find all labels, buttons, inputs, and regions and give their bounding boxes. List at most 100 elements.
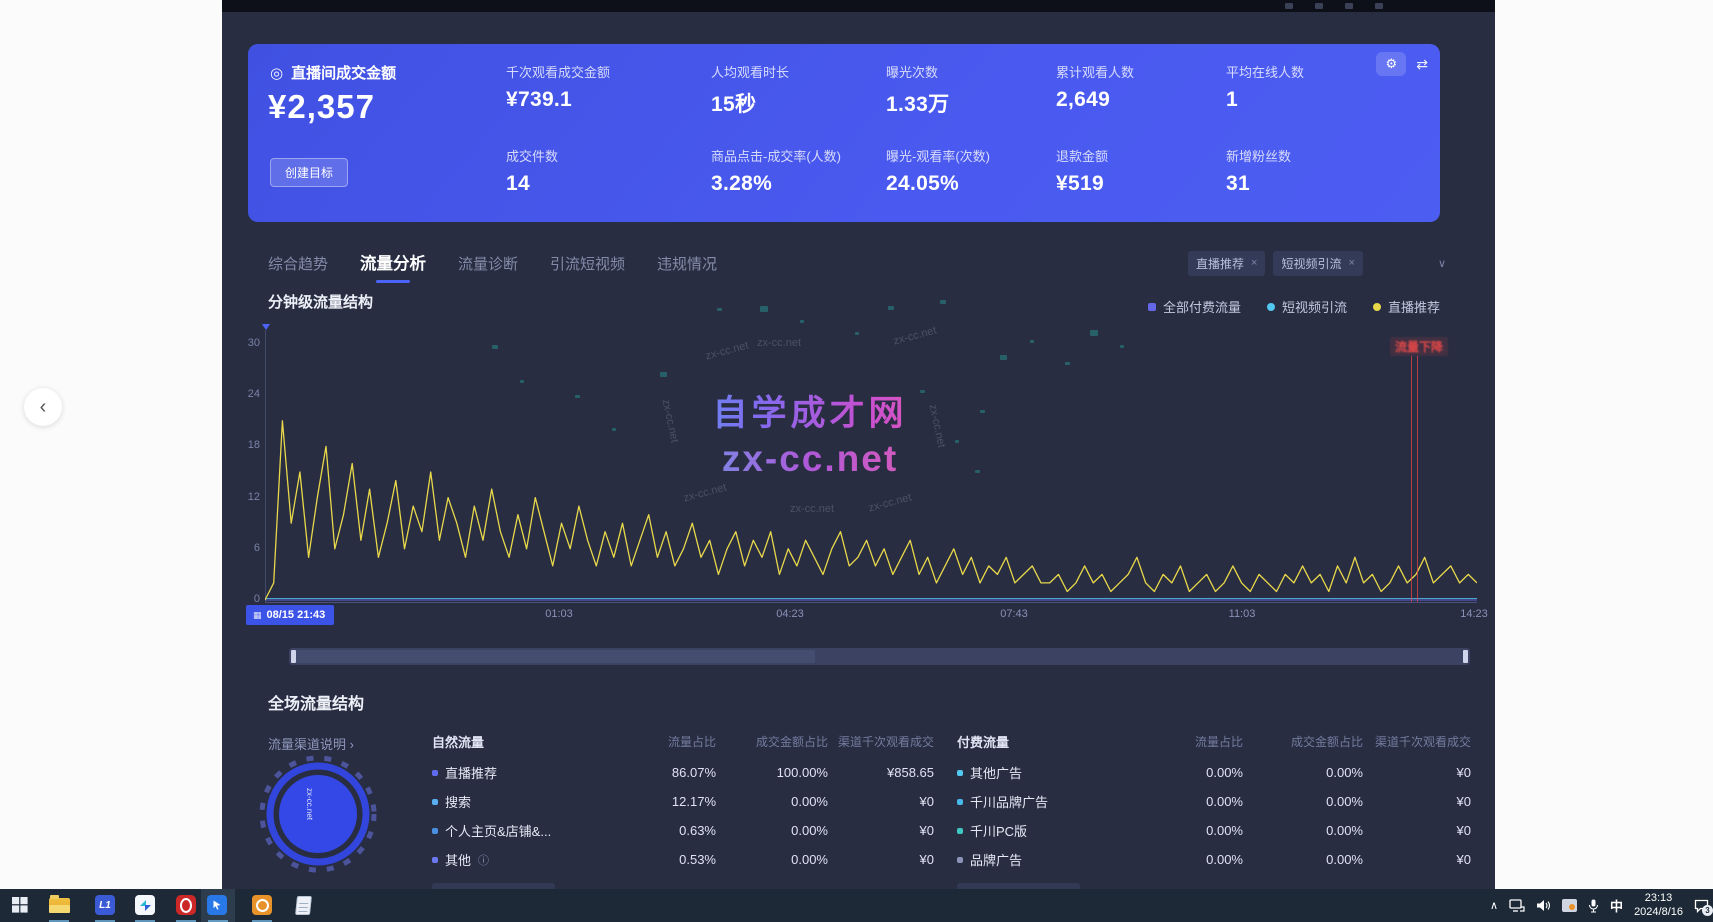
legend-label: 全部付费流量	[1163, 297, 1241, 316]
metric-value: 3.28%	[711, 172, 886, 196]
traffic-donut-chart[interactable]	[256, 750, 380, 874]
clock-time: 23:13	[1634, 892, 1683, 906]
tab-引流短视频[interactable]: 引流短视频	[550, 253, 625, 274]
chart-range-slider[interactable]	[289, 648, 1470, 665]
column-header: 渠道千次观看成交	[1363, 733, 1471, 750]
gmv-share-value: 0.00%	[1243, 852, 1363, 867]
traffic-share-value: 12.17%	[612, 794, 716, 809]
tab-违规情况[interactable]: 违规情况	[657, 253, 717, 274]
metric-label: 曝光-观看率(次数)	[886, 146, 1056, 165]
x-axis	[265, 602, 1477, 603]
create-goal-button[interactable]: 创建目标	[270, 158, 348, 187]
table-title: 自然流量	[432, 732, 612, 751]
metric-value: 2,649	[1056, 88, 1226, 112]
tab-综合趋势[interactable]: 综合趋势	[268, 253, 328, 274]
metric-label: 曝光次数	[886, 62, 1056, 81]
row-label-text: 其他	[445, 850, 471, 869]
hero-metric: 累计观看人数2,649	[1056, 62, 1226, 118]
swap-metrics-icon[interactable]: ⇄	[1416, 56, 1428, 73]
titlebar-icon[interactable]	[1375, 3, 1383, 9]
row-label: 其他广告	[957, 763, 1137, 782]
x-tick-label: 01:03	[545, 608, 573, 620]
microphone-icon[interactable]	[1588, 899, 1599, 913]
tab-流量分析[interactable]: 流量分析	[360, 250, 426, 274]
row-label: 千川品牌广告	[957, 792, 1137, 811]
filter-tag[interactable]: 短视频引流×	[1273, 251, 1362, 276]
traffic-filter-select[interactable]: 直播推荐× 短视频引流× ∨	[1188, 248, 1446, 278]
row-label-text: 品牌广告	[970, 850, 1022, 869]
start-timestamp: 08/15 21:43	[267, 609, 326, 621]
metric-label: 成交件数	[506, 146, 711, 165]
ime-indicator[interactable]: 中	[1610, 896, 1623, 915]
hero-metrics: 千次观看成交金额¥739.1人均观看时长15秒曝光次数1.33万累计观看人数2,…	[506, 62, 1376, 196]
app-cursor-button[interactable]	[206, 894, 228, 916]
remove-tag-icon[interactable]: ×	[1348, 257, 1354, 269]
volume-icon[interactable]	[1536, 899, 1551, 912]
taskbar-clock[interactable]: 23:13 2024/8/16	[1634, 892, 1683, 920]
app-teal-button[interactable]	[134, 894, 156, 916]
legend-item[interactable]: 直播推荐	[1373, 297, 1440, 316]
table-row: 其他ⓘ0.53%0.00%¥0	[432, 850, 936, 869]
notification-badge: 3	[1702, 905, 1713, 916]
x-tick-label: 07:43	[1000, 608, 1028, 620]
column-header: 成交金额占比	[716, 733, 828, 750]
legend-item[interactable]: 全部付费流量	[1148, 297, 1241, 316]
remove-tag-icon[interactable]: ×	[1251, 257, 1257, 269]
tab-流量诊断[interactable]: 流量诊断	[458, 253, 518, 274]
traffic-share-value: 86.07%	[612, 765, 716, 780]
column-header: 流量占比	[612, 733, 716, 750]
metric-label: 人均观看时长	[711, 62, 886, 81]
gmv-share-value: 0.00%	[1243, 765, 1363, 780]
per-thousand-value: ¥0	[1363, 794, 1471, 809]
titlebar-icon[interactable]	[1315, 3, 1323, 9]
info-icon: ⓘ	[478, 852, 489, 868]
legend-label: 短视频引流	[1282, 297, 1347, 316]
row-label: 直播推荐	[432, 763, 612, 782]
x-tick-label: 14:23	[1460, 608, 1488, 620]
screen: ‹ ◎ 直播间成交金额 ¥2,357 创建目标 ⚙ ⇄ 千次观看成交金额¥739…	[0, 0, 1713, 922]
app-orange-button[interactable]	[251, 894, 273, 916]
column-header: 流量占比	[1137, 733, 1243, 750]
filter-tags: 直播推荐× 短视频引流×	[1188, 251, 1363, 276]
titlebar-icon[interactable]	[1345, 3, 1353, 9]
chevron-down-icon[interactable]: ∨	[1438, 257, 1446, 270]
slider-right-handle[interactable]	[1463, 650, 1468, 663]
opera-browser-button[interactable]	[175, 894, 197, 916]
notification-center-button[interactable]: 3	[1694, 899, 1709, 913]
file-explorer-button[interactable]	[48, 894, 70, 916]
previous-page-button[interactable]: ‹	[24, 388, 62, 426]
row-label: 个人主页&店铺&...	[432, 821, 612, 840]
slider-left-handle[interactable]	[291, 650, 296, 663]
analytics-dashboard-window: ◎ 直播间成交金额 ¥2,357 创建目标 ⚙ ⇄ 千次观看成交金额¥739.1…	[222, 0, 1495, 889]
y-tick-label: 12	[230, 491, 260, 503]
gear-icon: ⚙	[1385, 56, 1397, 72]
metric-label: 平均在线人数	[1226, 62, 1376, 81]
settings-button[interactable]: ⚙	[1376, 52, 1406, 76]
notepad-button[interactable]	[292, 894, 314, 916]
table-header-row: 自然流量流量占比成交金额占比渠道千次观看成交	[432, 732, 936, 751]
table-title: 付费流量	[957, 732, 1137, 751]
hero-metric: 退款金额¥519	[1056, 146, 1226, 196]
tray-expand-chevron[interactable]: ∧	[1490, 899, 1498, 912]
per-thousand-value: ¥0	[828, 794, 934, 809]
live-recommend-line	[265, 421, 1477, 600]
titlebar-icon[interactable]	[1285, 3, 1293, 9]
video-artifact	[800, 320, 804, 323]
clock-date: 2024/8/16	[1634, 906, 1683, 920]
start-button[interactable]	[9, 894, 31, 916]
network-icon[interactable]	[1509, 899, 1525, 912]
filter-tag[interactable]: 直播推荐×	[1188, 251, 1265, 276]
column-header: 成交金额占比	[1243, 733, 1363, 750]
app-l1-button[interactable]: L1	[94, 894, 116, 916]
snip-preview-icon[interactable]	[1562, 899, 1577, 912]
back-chevron-icon: ‹	[40, 396, 47, 419]
hero-metric: 千次观看成交金额¥739.1	[506, 62, 711, 118]
table-header-row: 付费流量流量占比成交金额占比渠道千次观看成交	[957, 732, 1473, 751]
legend-swatch-icon	[1148, 303, 1156, 311]
metric-label: 商品点击-成交率(人数)	[711, 146, 886, 165]
minute-traffic-chart[interactable]	[265, 332, 1477, 602]
legend-item[interactable]: 短视频引流	[1267, 297, 1347, 316]
slider-fill	[295, 650, 815, 663]
legend-swatch-icon	[1267, 303, 1275, 311]
row-label: 搜索	[432, 792, 612, 811]
